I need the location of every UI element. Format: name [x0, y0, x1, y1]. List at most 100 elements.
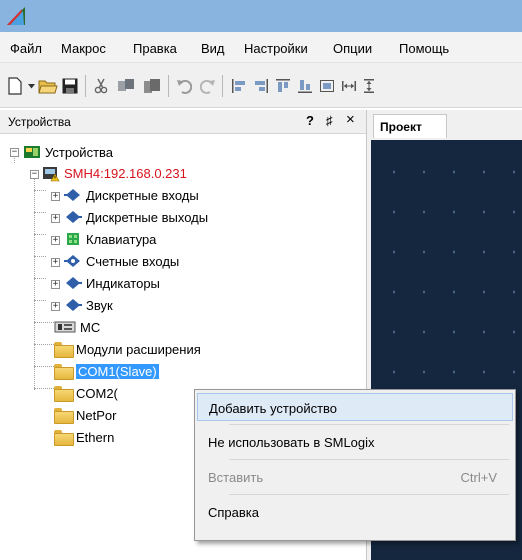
align-left-icon[interactable]	[230, 76, 248, 96]
tree-connector	[34, 366, 54, 367]
tab-label: Проект	[380, 120, 422, 134]
menu-file[interactable]: Файл	[10, 41, 42, 56]
help-icon[interactable]: ?	[306, 113, 314, 128]
context-menu: Добавить устройство Не использовать в SM…	[194, 389, 516, 541]
tree-item-expansion-modules[interactable]: Модули расширения	[54, 338, 201, 360]
expand-toggle[interactable]: +	[51, 258, 60, 267]
align-right-icon[interactable]	[252, 76, 270, 96]
menu-options[interactable]: Опции	[333, 41, 372, 56]
tree-connector	[34, 322, 54, 323]
new-file-icon[interactable]	[6, 76, 24, 96]
collapse-toggle[interactable]: −	[10, 148, 19, 157]
toolbar-separator	[85, 75, 86, 97]
devices-root-icon	[24, 146, 40, 158]
save-icon[interactable]	[61, 76, 79, 96]
tree-label: COM2(	[76, 385, 118, 401]
close-icon[interactable]: ×	[346, 111, 355, 128]
menu-item-label: Не использовать в SMLogix	[208, 435, 375, 450]
tree-connector	[34, 278, 46, 279]
menu-edit[interactable]: Правка	[133, 41, 177, 56]
keyboard-icon	[67, 233, 79, 245]
menu-item-do-not-use[interactable]: Не использовать в SMLogix	[197, 428, 513, 456]
title-bar	[0, 0, 522, 32]
tree-label: Звук	[86, 297, 113, 313]
panel-title: Устройства	[8, 115, 71, 129]
tree-connector	[34, 300, 46, 301]
tree-label: Дискретные выходы	[86, 209, 209, 225]
sound-icon	[66, 299, 82, 311]
collapse-toggle[interactable]: −	[30, 170, 39, 179]
tree-connector	[34, 190, 46, 191]
menu-item-add-device[interactable]: Добавить устройство	[197, 393, 513, 421]
open-folder-icon[interactable]	[38, 76, 58, 96]
menu-item-help[interactable]: Справка	[197, 498, 513, 526]
tree-item-keyboard[interactable]: Клавиатура	[64, 228, 156, 250]
tree-label: Счетные входы	[86, 253, 180, 269]
tree-item-device[interactable]: SMH4:192.168.0.231	[42, 162, 187, 184]
tree-root-devices[interactable]: Устройства	[23, 141, 113, 163]
tree-item-indicators[interactable]: Индикаторы	[64, 272, 160, 294]
tree-label: Устройства	[45, 144, 114, 160]
dropdown-arrow-icon[interactable]	[26, 76, 36, 96]
folder-icon	[54, 364, 74, 380]
devices-panel-header: Устройства ? ♯ ×	[0, 110, 366, 134]
tree-item-discrete-inputs[interactable]: Дискретные входы	[64, 184, 199, 206]
counter-input-icon	[64, 255, 80, 267]
tree-item-ethernet[interactable]: Ethern	[54, 426, 114, 448]
toolbar	[0, 62, 522, 108]
menu-view[interactable]: Вид	[201, 41, 225, 56]
tree-connector	[34, 388, 54, 389]
tree-connector	[34, 174, 35, 390]
folder-icon	[54, 386, 74, 402]
folder-icon	[54, 342, 74, 358]
menu-item-shortcut: Ctrl+V	[460, 470, 497, 485]
input-arrow-icon	[64, 189, 80, 201]
tree-label: SMH4:192.168.0.231	[64, 165, 187, 181]
tree-connector	[34, 234, 46, 235]
same-height-icon[interactable]	[360, 76, 378, 96]
menu-settings[interactable]: Настройки	[244, 41, 308, 56]
expand-toggle[interactable]: +	[51, 302, 60, 311]
plc-device-icon	[43, 167, 60, 182]
tree-item-com1[interactable]: COM1(Slave)	[54, 360, 159, 382]
menu-separator	[229, 494, 509, 495]
app-logo-icon	[7, 7, 25, 25]
tree-item-mc[interactable]: MC	[54, 316, 100, 338]
tree-item-com2[interactable]: COM2(	[54, 382, 118, 404]
expand-toggle[interactable]: +	[51, 280, 60, 289]
folder-icon	[54, 430, 74, 446]
menu-macro[interactable]: Макрос	[61, 41, 106, 56]
paste-icon[interactable]	[142, 76, 162, 96]
tree-connector	[34, 256, 46, 257]
expand-toggle[interactable]: +	[51, 214, 60, 223]
align-bottom-icon[interactable]	[296, 76, 314, 96]
menu-separator	[229, 424, 509, 425]
module-board-icon	[54, 321, 76, 333]
same-width-icon[interactable]	[340, 76, 358, 96]
undo-icon[interactable]	[175, 76, 193, 96]
tree-item-counter-inputs[interactable]: Счетные входы	[64, 250, 179, 272]
align-top-icon[interactable]	[274, 76, 292, 96]
tree-label: MC	[80, 319, 101, 335]
cut-icon[interactable]	[92, 76, 110, 96]
pin-icon[interactable]: ♯	[326, 113, 333, 128]
tree-label: Ethern	[76, 429, 115, 445]
same-size-icon[interactable]	[318, 76, 336, 96]
expand-toggle[interactable]: +	[51, 192, 60, 201]
tree-label: Клавиатура	[86, 231, 157, 247]
menu-bar: Файл Макрос Правка Вид Настройки Опции П…	[0, 32, 522, 62]
tree-label: NetPor	[76, 407, 117, 423]
tree-item-discrete-outputs[interactable]: Дискретные выходы	[64, 206, 208, 228]
redo-icon[interactable]	[199, 76, 217, 96]
toolbar-separator	[168, 75, 169, 97]
tree-connector	[34, 212, 46, 213]
copy-icon[interactable]	[116, 76, 136, 96]
tab-project[interactable]: Проект	[373, 114, 447, 138]
expand-toggle[interactable]: +	[51, 236, 60, 245]
menu-help[interactable]: Помощь	[399, 41, 449, 56]
tree-item-netport[interactable]: NetPor	[54, 404, 116, 426]
tree-label: Модули расширения	[76, 341, 201, 357]
folder-icon	[54, 408, 74, 424]
menu-item-paste: Вставить Ctrl+V	[197, 463, 513, 491]
tree-item-sound[interactable]: Звук	[64, 294, 113, 316]
